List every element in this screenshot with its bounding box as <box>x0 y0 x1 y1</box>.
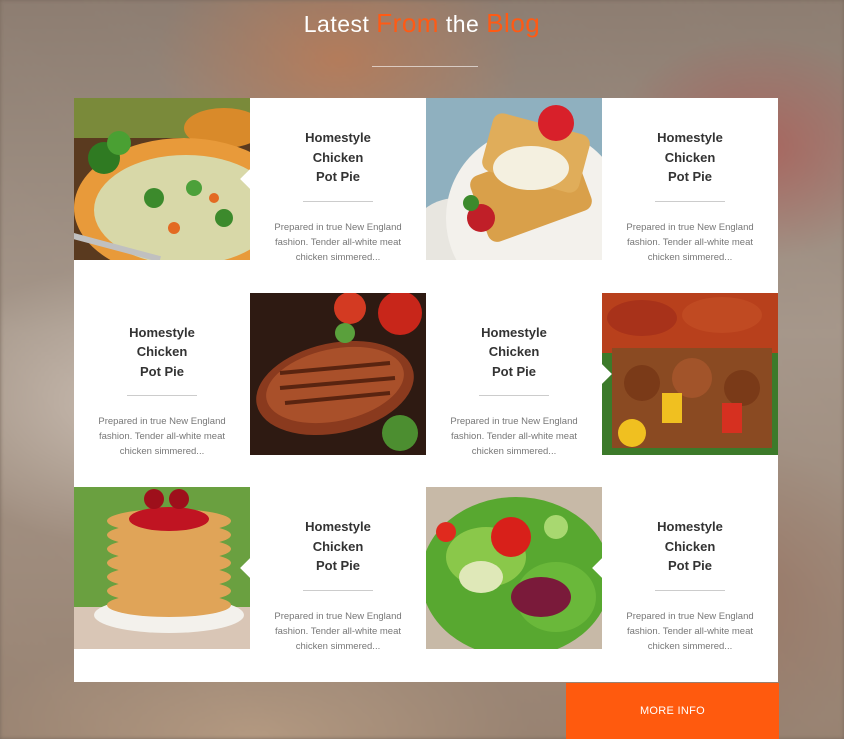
heading-divider <box>372 66 478 67</box>
card-text[interactable]: Homestyle Chicken Pot Pie Prepared in true… <box>602 98 778 293</box>
card-text[interactable]: Homestyle Chicken Pot Pie Prepared in true… <box>426 293 602 488</box>
card-title: Homestyle Chicken Pot Pie <box>129 324 195 379</box>
card-description: Prepared in true New England fashion. Te… <box>450 416 578 458</box>
card-description: Prepared in true New England fashion. Te… <box>274 221 402 263</box>
more-info-button[interactable]: MORE INFO <box>566 683 779 739</box>
card-image-salad[interactable] <box>426 487 602 682</box>
card-divider <box>655 200 725 202</box>
card-image-sausage-kebabs[interactable] <box>602 292 778 488</box>
card-divider <box>303 589 373 591</box>
card-text[interactable]: Homestyle Chicken Pot Pie Prepared in true… <box>250 98 426 293</box>
heading-word-1: Latest <box>303 11 370 37</box>
card-image-waffles[interactable] <box>426 98 602 293</box>
heading-word-2: From <box>376 8 439 38</box>
card-title: Homestyle Chicken Pot Pie <box>657 519 723 574</box>
card-title: Homestyle Chicken Pot Pie <box>305 519 371 574</box>
card-text[interactable]: Homestyle Chicken Pot Pie Prepared in true… <box>74 293 250 488</box>
heading-word-3: the <box>445 11 480 37</box>
card-description: Prepared in true New England fashion. Te… <box>98 416 226 458</box>
card-description: Prepared in true New England fashion. Te… <box>626 221 754 263</box>
card-divider <box>655 589 725 591</box>
card-title: Homestyle Chicken Pot Pie <box>305 130 371 184</box>
card-image-pancakes[interactable] <box>74 487 250 682</box>
section-heading: Latest From the Blog <box>0 8 844 39</box>
card-image-grilled-steak[interactable] <box>250 292 426 488</box>
card-text[interactable]: Homestyle Chicken Pot Pie Prepared in true… <box>602 487 778 682</box>
card-description: Prepared in true New England fashion. Te… <box>274 610 402 652</box>
card-divider <box>303 200 373 202</box>
card-divider <box>479 395 549 397</box>
card-text[interactable]: Homestyle Chicken Pot Pie Prepared in true… <box>250 487 426 682</box>
card-title: Homestyle Chicken Pot Pie <box>657 130 723 184</box>
heading-word-4: Blog <box>486 8 541 38</box>
card-image-chicken-pot-pie[interactable] <box>74 98 250 293</box>
card-description: Prepared in true New England fashion. Te… <box>626 610 754 652</box>
blog-grid: Homestyle Chicken Pot Pie Prepared in true… <box>74 98 778 682</box>
card-divider <box>127 395 197 397</box>
card-title: Homestyle Chicken Pot Pie <box>481 324 547 379</box>
